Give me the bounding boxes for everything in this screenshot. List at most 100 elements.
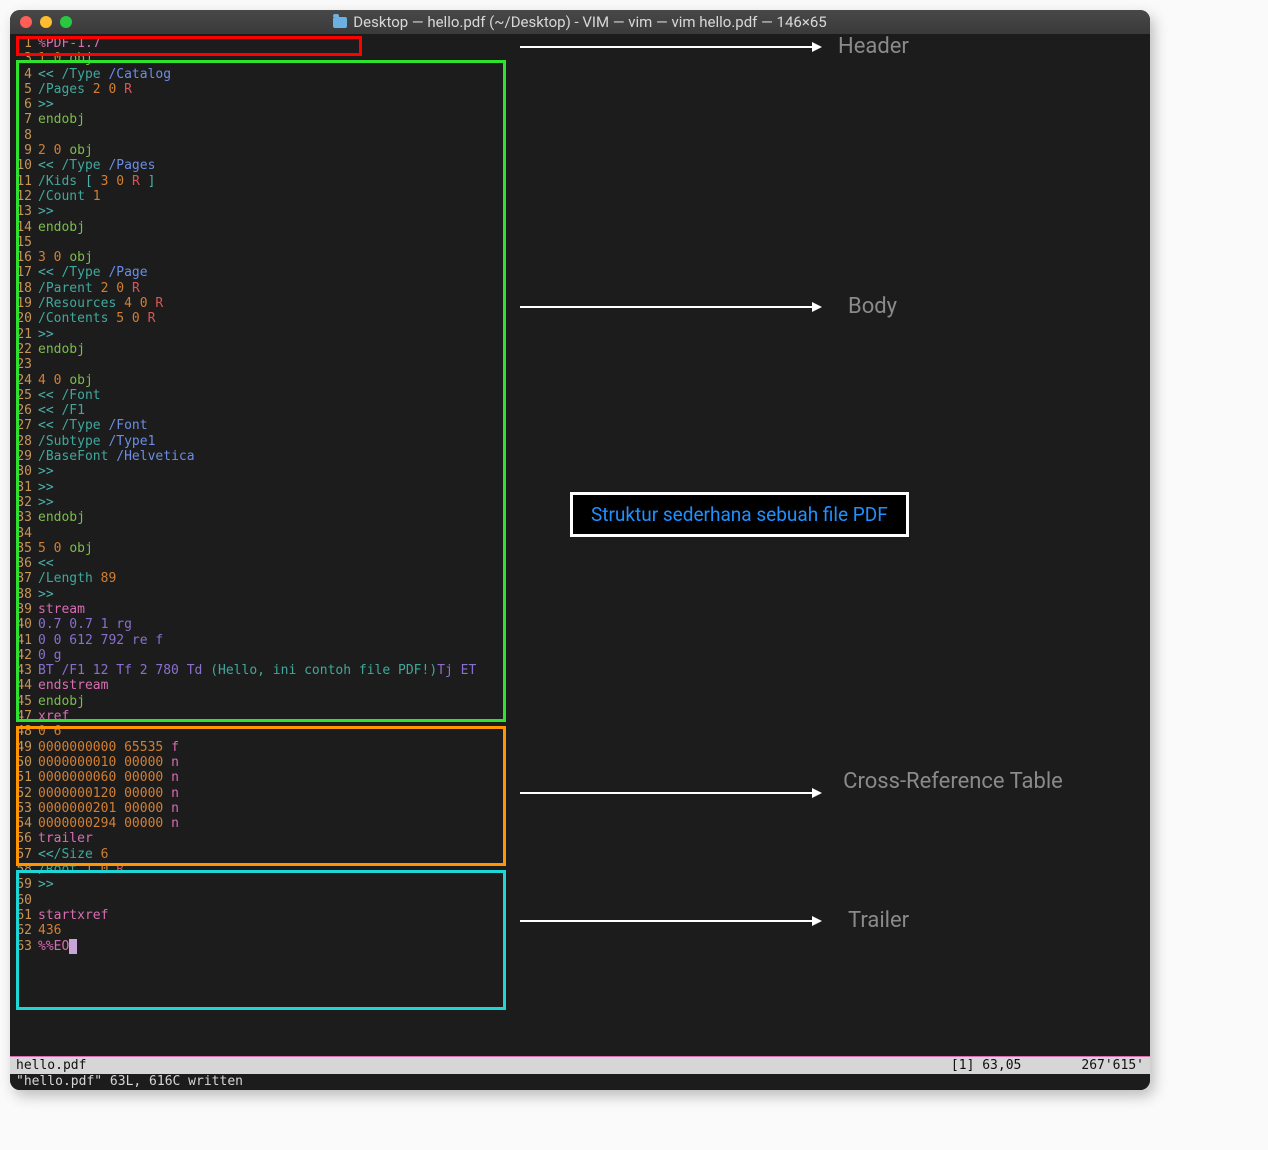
window-title: Desktop — hello.pdf (~/Desktop) - VIM — … [10,13,1150,31]
code-line: 480 6 [10,724,1150,739]
code-line: 4<< /Type /Catalog [10,67,1150,82]
status-extra: 267'615' [1081,1058,1144,1073]
code-content: /Pages 2 0 R [38,82,1150,97]
line-number: 18 [10,281,38,296]
line-number: 48 [10,724,38,739]
line-number: 10 [10,158,38,173]
line-number: 38 [10,587,38,602]
code-line: 420 g [10,648,1150,663]
line-number: 42 [10,648,38,663]
arrow-xref [520,792,820,794]
code-line: 8 [10,128,1150,143]
code-content: %%EO [38,939,1150,954]
line-number: 62 [10,923,38,938]
code-content: >> [38,464,1150,479]
code-line: 29/BaseFont /Helvetica [10,449,1150,464]
code-line: 28/Subtype /Type1 [10,434,1150,449]
line-number: 21 [10,327,38,342]
code-content: >> [38,97,1150,112]
code-line: 31 0 obj [10,51,1150,66]
code-content: 3 0 obj [38,250,1150,265]
line-number: 16 [10,250,38,265]
code-line: 14endobj [10,220,1150,235]
code-content: /Contents 5 0 R [38,311,1150,326]
code-line: 58/Root 1 0 R [10,862,1150,877]
line-number: 32 [10,495,38,510]
code-content: /Length 89 [38,571,1150,586]
code-content: 436 [38,923,1150,938]
code-content: /Kids [ 3 0 R ] [38,174,1150,189]
label-xref: Cross-Reference Table [838,768,1068,797]
code-content: >> [38,327,1150,342]
code-line: 19/Resources 4 0 R [10,296,1150,311]
line-number: 40 [10,617,38,632]
code-line: 400.7 0.7 1 rg [10,617,1150,632]
code-content: trailer [38,831,1150,846]
line-number: 52 [10,786,38,801]
code-line: 5/Pages 2 0 R [10,82,1150,97]
code-content: 2 0 obj [38,143,1150,158]
code-line: 1%PDF-1.7 [10,36,1150,51]
code-content: << /Type /Page [38,265,1150,280]
line-number: 12 [10,189,38,204]
code-content: 1 0 obj [38,51,1150,66]
line-number: 31 [10,480,38,495]
label-body: Body [848,294,897,319]
code-line: 59>> [10,877,1150,892]
code-line: 18/Parent 2 0 R [10,281,1150,296]
line-number: 17 [10,265,38,280]
code-line: 13>> [10,204,1150,219]
line-number: 29 [10,449,38,464]
code-line: 57<</Size 6 [10,847,1150,862]
code-line: 6>> [10,97,1150,112]
folder-icon [333,17,347,28]
code-content: stream [38,602,1150,617]
code-line: 27<< /Type /Font [10,418,1150,433]
code-content: << /Font [38,388,1150,403]
line-number: 63 [10,939,38,954]
code-line: 36<< [10,556,1150,571]
line-number: 60 [10,893,38,908]
line-number: 27 [10,418,38,433]
line-number: 41 [10,633,38,648]
code-line: 15 [10,235,1150,250]
code-line: 37/Length 89 [10,571,1150,586]
statusbar: hello.pdf [1] 63,05 267'615' [10,1057,1150,1074]
code-content: 0.7 0.7 1 rg [38,617,1150,632]
line-number: 53 [10,801,38,816]
line-number: 43 [10,663,38,678]
code-content [38,357,1150,372]
code-content: 0000000201 00000 n [38,801,1150,816]
line-number: 28 [10,434,38,449]
line-number: 50 [10,755,38,770]
code-content: 0 6 [38,724,1150,739]
code-content: 4 0 obj [38,373,1150,388]
line-number: 33 [10,510,38,525]
code-content: /Resources 4 0 R [38,296,1150,311]
line-number: 30 [10,464,38,479]
code-line: 60 [10,893,1150,908]
line-number: 24 [10,373,38,388]
line-number: 39 [10,602,38,617]
line-number: 6 [10,97,38,112]
code-content: /Subtype /Type1 [38,434,1150,449]
code-content: >> [38,877,1150,892]
code-content: /Count 1 [38,189,1150,204]
code-content: 0000000000 65535 f [38,740,1150,755]
line-number: 7 [10,112,38,127]
code-line: 47xref [10,709,1150,724]
code-content: >> [38,587,1150,602]
message-bar: "hello.pdf" 63L, 616C written [10,1074,1150,1090]
code-content: endobj [38,694,1150,709]
line-number: 58 [10,862,38,877]
status-position: [1] 63,05 [951,1058,1021,1073]
line-number: 51 [10,770,38,785]
status-message: "hello.pdf" 63L, 616C written [16,1074,243,1089]
line-number: 25 [10,388,38,403]
line-number: 9 [10,143,38,158]
code-line: 63%%EO [10,939,1150,954]
code-line: 17<< /Type /Page [10,265,1150,280]
arrow-trailer [520,920,820,922]
code-line: 163 0 obj [10,250,1150,265]
code-content: endobj [38,220,1150,235]
